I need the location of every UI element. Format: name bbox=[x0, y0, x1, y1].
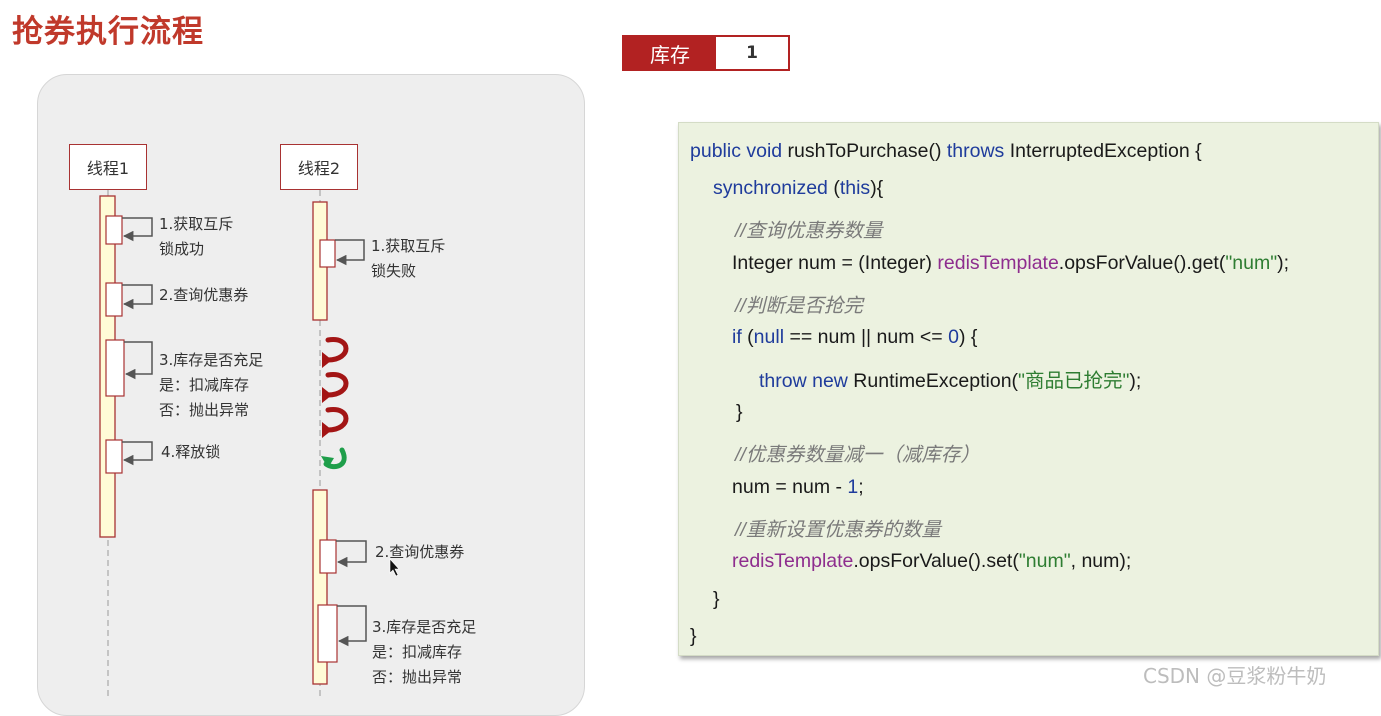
code-text: == num || num <= bbox=[784, 326, 949, 348]
code-field: redisTemplate bbox=[732, 550, 854, 572]
thread2-step1-label: 1.获取互斥 锁失败 bbox=[371, 234, 445, 284]
code-line-2: synchronized (this){ bbox=[713, 177, 883, 200]
code-field: redisTemplate bbox=[937, 252, 1059, 274]
code-number: 1 bbox=[847, 476, 859, 498]
thread1-step2-label: 2.查询优惠券 bbox=[159, 283, 248, 308]
thread2-step3-box bbox=[317, 604, 338, 663]
thread2-step1-line2: 锁失败 bbox=[371, 262, 417, 280]
thread2-step2-box bbox=[319, 539, 337, 574]
code-line-11: //重新设置优惠券的数量 bbox=[735, 519, 941, 541]
code-line-1: public void rushToPurchase() throws Inte… bbox=[690, 140, 1202, 163]
thread1-step4-label: 4.释放锁 bbox=[161, 440, 220, 465]
thread2-step1-box bbox=[319, 239, 336, 268]
thread1-step4-box bbox=[105, 439, 123, 474]
code-text: ); bbox=[1277, 252, 1290, 274]
retry-arrow-red-1 bbox=[325, 337, 349, 363]
thread1-step4-line1: 4.释放锁 bbox=[161, 443, 221, 461]
code-keyword: public void bbox=[690, 140, 783, 162]
retry-arrowhead-red-3 bbox=[322, 422, 332, 438]
code-keyword: synchronized bbox=[713, 177, 828, 199]
code-line-7: throw new RuntimeException("商品已抢完"); bbox=[759, 364, 1141, 393]
thread1-header: 线程1 bbox=[69, 144, 147, 190]
code-string: "num" bbox=[1018, 550, 1071, 572]
stock-indicator: 库存 1 bbox=[622, 35, 790, 71]
code-text: RuntimeException( bbox=[847, 370, 1019, 392]
code-line-12: redisTemplate.opsForValue().set("num", n… bbox=[732, 550, 1131, 573]
thread2-step3-arrow bbox=[337, 605, 367, 647]
retry-arrows bbox=[321, 337, 349, 470]
thread1-step1-box bbox=[105, 215, 123, 245]
code-line-5: //判断是否抢完 bbox=[735, 295, 863, 317]
code-line-6: if (null == num || num <= 0) { bbox=[732, 326, 977, 349]
stock-value: 1 bbox=[716, 37, 788, 69]
code-keyword: null bbox=[753, 326, 785, 348]
code-number: 0 bbox=[948, 326, 959, 348]
thread2-step1-line1: 1.获取互斥 bbox=[371, 237, 446, 255]
code-line-13: } bbox=[713, 588, 720, 610]
code-line-8: } bbox=[736, 401, 743, 423]
code-keyword: throws bbox=[946, 140, 1005, 162]
thread2-header: 线程2 bbox=[280, 144, 358, 190]
thread1-step1-arrow bbox=[122, 217, 153, 242]
thread1-step1-line1: 1.获取互斥 bbox=[159, 215, 234, 233]
retry-arrowhead-red-1 bbox=[322, 352, 332, 368]
code-line-10: num = num - 1; bbox=[732, 476, 864, 499]
code-string: "num" bbox=[1225, 252, 1278, 274]
code-text: .opsForValue().get( bbox=[1058, 252, 1226, 274]
code-text: rushToPurchase() bbox=[782, 140, 947, 162]
thread2-step2-arrow bbox=[336, 540, 367, 568]
code-text: ( bbox=[827, 177, 840, 199]
thread1-step3-label: 3.库存是否充足 是：扣减库存 否：抛出异常 bbox=[159, 348, 263, 423]
thread2-step1-arrow bbox=[335, 239, 365, 266]
sequence-diagram bbox=[99, 190, 400, 697]
thread1-step1-label: 1.获取互斥 锁成功 bbox=[159, 212, 233, 262]
watermark: CSDN @豆浆粉牛奶 bbox=[1143, 664, 1327, 688]
thread1-step3-box bbox=[105, 339, 125, 397]
code-line-4: Integer num = (Integer) redisTemplate.op… bbox=[732, 252, 1289, 275]
thread2-step3-label: 3.库存是否充足 是：扣减库存 否：抛出异常 bbox=[372, 615, 476, 690]
thread1-step3-arrow bbox=[124, 341, 153, 380]
code-text: ; bbox=[858, 476, 864, 498]
code-text: ) { bbox=[958, 326, 978, 348]
code-text: ); bbox=[1129, 370, 1142, 392]
code-line-3: //查询优惠券数量 bbox=[735, 220, 883, 242]
code-keyword: if bbox=[732, 326, 742, 348]
retry-arrowhead-red-2 bbox=[322, 387, 332, 403]
thread1-step3-line2: 是：扣减库存 bbox=[159, 376, 250, 394]
code-string: "商品已抢完" bbox=[1018, 370, 1130, 392]
thread1-step4-arrow bbox=[122, 441, 153, 466]
code-text: Integer num = (Integer) bbox=[732, 252, 938, 274]
thread2-step2-label: 2.查询优惠券 bbox=[375, 540, 464, 565]
code-text: , num); bbox=[1070, 550, 1132, 572]
thread2-step3-line1: 3.库存是否充足 bbox=[372, 618, 477, 636]
code-block: public void rushToPurchase() throws Inte… bbox=[678, 122, 1379, 656]
code-text: ){ bbox=[870, 177, 884, 199]
retry-arrow-red-3 bbox=[325, 407, 349, 433]
retry-arrow-red-2 bbox=[325, 372, 349, 398]
code-line-9: //优惠券数量减一（减库存） bbox=[735, 444, 980, 466]
thread2-step3-line3: 否：抛出异常 bbox=[372, 668, 463, 686]
code-text: InterruptedException { bbox=[1004, 140, 1202, 162]
thread1-step1-line2: 锁成功 bbox=[159, 240, 205, 258]
code-text: ( bbox=[741, 326, 754, 348]
code-text: .opsForValue().set( bbox=[853, 550, 1019, 572]
thread1-step3-line1: 3.库存是否充足 bbox=[159, 351, 264, 369]
thread1-step2-arrow bbox=[122, 284, 153, 310]
thread2-step3-line2: 是：扣减库存 bbox=[372, 643, 463, 661]
code-keyword: this bbox=[839, 177, 871, 199]
thread1-step2-line1: 2.查询优惠券 bbox=[159, 286, 249, 304]
thread1-step3-line3: 否：抛出异常 bbox=[159, 401, 250, 419]
code-line-14: } bbox=[690, 625, 697, 647]
thread2-step2-line1: 2.查询优惠券 bbox=[375, 543, 465, 561]
code-text: num = num - bbox=[732, 476, 848, 498]
stock-label: 库存 bbox=[624, 37, 716, 69]
thread1-step2-box bbox=[105, 282, 123, 317]
code-keyword: throw new bbox=[759, 370, 848, 392]
